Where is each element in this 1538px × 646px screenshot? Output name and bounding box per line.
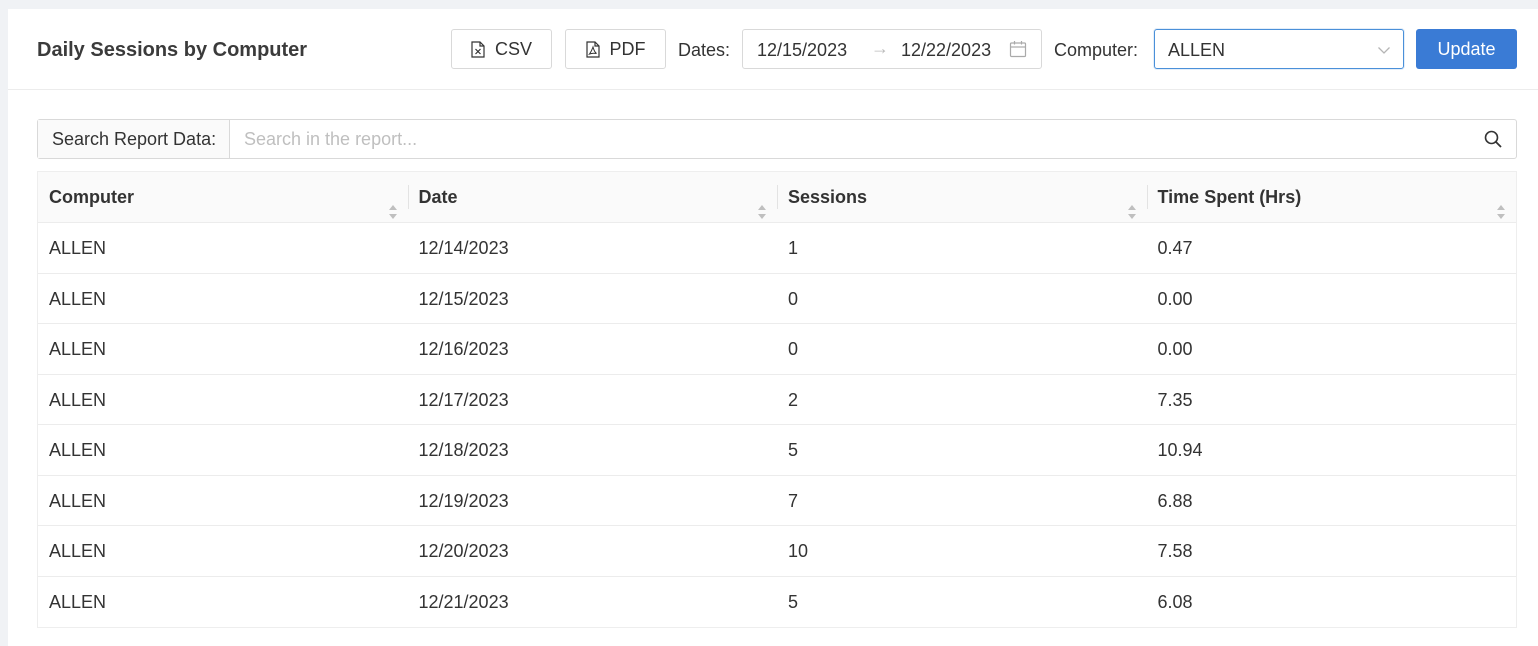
cell-time-spent: 0.00	[1157, 288, 1193, 309]
cell-date: 12/19/2023	[418, 490, 509, 511]
cell-computer: ALLEN	[49, 440, 107, 460]
file-pdf-icon	[585, 40, 600, 58]
cell-sessions: 2	[788, 389, 799, 410]
column-header-sessions[interactable]: Sessions	[777, 172, 1147, 222]
cell-sessions: 5	[788, 591, 799, 612]
report-header: Daily Sessions by Computer CSV PDF Dates…	[8, 9, 1538, 90]
arrow-right-icon: →	[871, 38, 889, 58]
cell-time-spent: 10.94	[1157, 440, 1203, 460]
column-header-label: Computer	[49, 187, 134, 207]
sort-icon[interactable]	[1496, 189, 1506, 239]
report-card: Daily Sessions by Computer CSV PDF Dates…	[8, 9, 1538, 646]
dates-label: Dates:	[678, 40, 731, 60]
cell-date: 12/14/2023	[418, 238, 509, 258]
calendar-icon[interactable]	[1009, 40, 1027, 63]
cell-time-spent: 7.35	[1157, 389, 1193, 410]
csv-export-button[interactable]: CSV	[451, 29, 552, 69]
search-label: Search Report Data:	[38, 120, 230, 158]
csv-export-label: CSV	[494, 38, 532, 59]
cell-sessions: 0	[788, 288, 799, 309]
cell-computer: ALLEN	[49, 389, 107, 410]
column-header-label: Sessions	[788, 187, 868, 207]
search-bar: Search Report Data:	[37, 119, 1517, 159]
sort-icon[interactable]	[757, 189, 767, 239]
cell-time-spent: 6.08	[1157, 591, 1193, 612]
date-range-picker[interactable]: 12/15/2023 → 12/22/2023	[742, 29, 1042, 69]
search-icon[interactable]	[1484, 130, 1502, 153]
computer-select[interactable]: ALLEN	[1154, 29, 1404, 69]
cell-computer: ALLEN	[49, 238, 107, 258]
table-body: ALLEN 12/14/2023 1 0.47 ALLEN 12/15/2023…	[38, 223, 1516, 627]
table-row: ALLEN 12/15/2023 0 0.00	[38, 274, 1516, 324]
cell-computer: ALLEN	[49, 541, 107, 561]
table-row: ALLEN 12/20/2023 10 7.58	[38, 526, 1516, 577]
cell-computer: ALLEN	[49, 490, 107, 511]
cell-time-spent: 0.47	[1157, 238, 1193, 258]
cell-date: 12/15/2023	[418, 288, 509, 309]
date-range-end[interactable]: 12/22/2023	[901, 39, 991, 61]
column-header-label: Date	[418, 187, 458, 207]
column-header-computer[interactable]: Computer	[38, 172, 408, 222]
pdf-export-label: PDF	[609, 38, 646, 59]
cell-sessions: 0	[788, 339, 799, 359]
cell-date: 12/20/2023	[418, 541, 509, 561]
cell-date: 12/18/2023	[418, 440, 509, 460]
chevron-down-icon	[1377, 43, 1391, 62]
table-row: ALLEN 12/14/2023 1 0.47	[38, 223, 1516, 274]
table-row: ALLEN 12/16/2023 0 0.00	[38, 324, 1516, 375]
column-header-time-spent[interactable]: Time Spent (Hrs)	[1146, 172, 1517, 222]
cell-sessions: 5	[788, 440, 799, 460]
sort-icon[interactable]	[1127, 189, 1137, 239]
sort-icon[interactable]	[388, 189, 398, 239]
cell-date: 12/17/2023	[418, 389, 509, 410]
cell-time-spent: 6.88	[1157, 490, 1193, 511]
cell-date: 12/16/2023	[418, 339, 509, 359]
update-button[interactable]: Update	[1416, 29, 1517, 69]
table-row: ALLEN 12/17/2023 2 7.35	[38, 375, 1516, 425]
cell-time-spent: 7.58	[1157, 541, 1193, 561]
file-excel-icon	[471, 40, 485, 58]
table-row: ALLEN 12/19/2023 7 6.88	[38, 476, 1516, 526]
cell-sessions: 10	[788, 541, 809, 561]
page-title: Daily Sessions by Computer	[37, 39, 308, 61]
table-row: ALLEN 12/18/2023 5 10.94	[38, 425, 1516, 476]
cell-computer: ALLEN	[49, 591, 107, 612]
cell-sessions: 1	[788, 238, 799, 258]
pdf-export-button[interactable]: PDF	[565, 29, 666, 69]
column-header-date[interactable]: Date	[407, 172, 778, 222]
table-header: Computer Date Sessions Time Spent (Hrs)	[38, 172, 1516, 223]
computer-select-value: ALLEN	[1168, 40, 1226, 60]
cell-time-spent: 0.00	[1157, 339, 1193, 359]
column-header-label: Time Spent (Hrs)	[1157, 187, 1302, 207]
date-range-start[interactable]: 12/15/2023	[757, 39, 847, 61]
cell-date: 12/21/2023	[418, 591, 509, 612]
report-table: Computer Date Sessions Time Spent (Hrs)	[37, 171, 1517, 628]
computer-label: Computer:	[1054, 40, 1139, 60]
table-row: ALLEN 12/21/2023 5 6.08	[38, 577, 1516, 628]
search-input[interactable]	[231, 120, 1471, 158]
cell-computer: ALLEN	[49, 339, 107, 359]
cell-sessions: 7	[788, 490, 799, 511]
cell-computer: ALLEN	[49, 288, 107, 309]
